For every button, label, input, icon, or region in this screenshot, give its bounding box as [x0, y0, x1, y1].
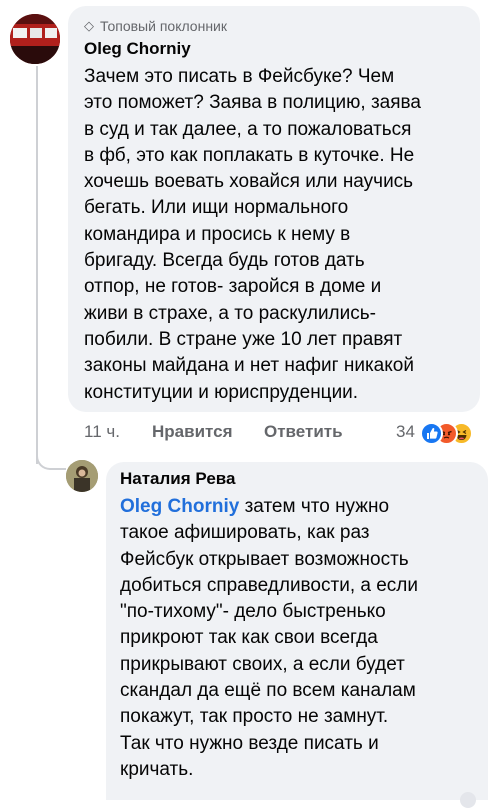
partial-reaction-icon: [460, 792, 476, 808]
reaction-count[interactable]: 34: [396, 420, 415, 444]
comment-line: живи в страхе, а то раскулились-: [84, 302, 376, 324]
avatar-photo: [66, 460, 98, 492]
comment-line: хочешь воевать ховайся или научись: [84, 171, 414, 193]
avatar[interactable]: [10, 14, 60, 64]
comment-line: командира и просись к нему в: [84, 223, 351, 245]
reply-button[interactable]: Ответить: [264, 420, 343, 444]
comment-line: бригаду. Всегда будь готов дать: [84, 250, 365, 272]
diamond-icon: ◇: [84, 18, 94, 33]
comment-line: Зачем это писать в Фейсбуке? Чем: [84, 66, 395, 87]
avatar-photo: [10, 14, 60, 64]
reply-line: Так что нужно везде писать и: [120, 732, 379, 754]
avatar[interactable]: [66, 460, 98, 492]
top-fan-badge: ◇ Топовый поклонник: [84, 17, 227, 35]
like-icon: [420, 422, 443, 445]
comment-line: побили. В стране уже 10 лет правят: [84, 328, 403, 350]
reply-line: кричать.: [120, 758, 194, 780]
comment-text: Зачем это писать в Фейсбуке? Чем это пом…: [84, 64, 476, 406]
comment-line: законы майдана и нет нафиг никакой: [84, 355, 414, 377]
like-button[interactable]: Нравится: [152, 420, 233, 444]
reply-line: Фейсбук открывает возможность: [120, 548, 409, 570]
mention-link[interactable]: Oleg Chorniy: [120, 496, 239, 517]
reply-line-text: затем что нужно: [244, 496, 390, 517]
comment-line: в фб, это как поплакать в куточке. Не: [84, 144, 415, 166]
reply-line: прикроют так как свои всегда: [120, 627, 378, 649]
reply-line: скандал да ещё по всем каналам: [120, 680, 416, 702]
thread-connector: [36, 440, 66, 470]
reply-line: прикрывают своих, а если будет: [120, 653, 405, 675]
comment-actions: 11 ч. Нравится Ответить 34: [84, 420, 484, 445]
reply-line: Oleg Chorniy затем что нужно: [120, 494, 480, 520]
reply-line: покажут, так просто не замнут.: [120, 706, 389, 728]
comment-line: бегать. Или ищи нормального: [84, 197, 349, 219]
reply-line: такое афишировать, как раз: [120, 522, 370, 544]
comment-line: конституции и юриспруденции.: [84, 381, 359, 403]
reply-text: Oleg Chorniy затем что нужно такое афиши…: [120, 494, 480, 783]
comment-line: в суд и так далее, а то пожаловаться: [84, 118, 412, 140]
reactions-summary[interactable]: [420, 422, 480, 445]
comment-line: отпор, не готов- заройся в доме и: [84, 276, 382, 298]
comment-line: это поможет? Заява в полицию, заява: [84, 92, 421, 114]
comment-timestamp[interactable]: 11 ч.: [84, 420, 120, 444]
reply-line: добиться справедливости, а если: [120, 574, 418, 596]
comment-author[interactable]: Oleg Chorniy: [84, 38, 191, 60]
badge-label: Топовый поклонник: [100, 18, 227, 34]
reply-author[interactable]: Наталия Рева: [120, 468, 235, 490]
reply-line: "по-тихому"- дело быстренько: [120, 601, 386, 623]
thread-line: [36, 66, 38, 464]
